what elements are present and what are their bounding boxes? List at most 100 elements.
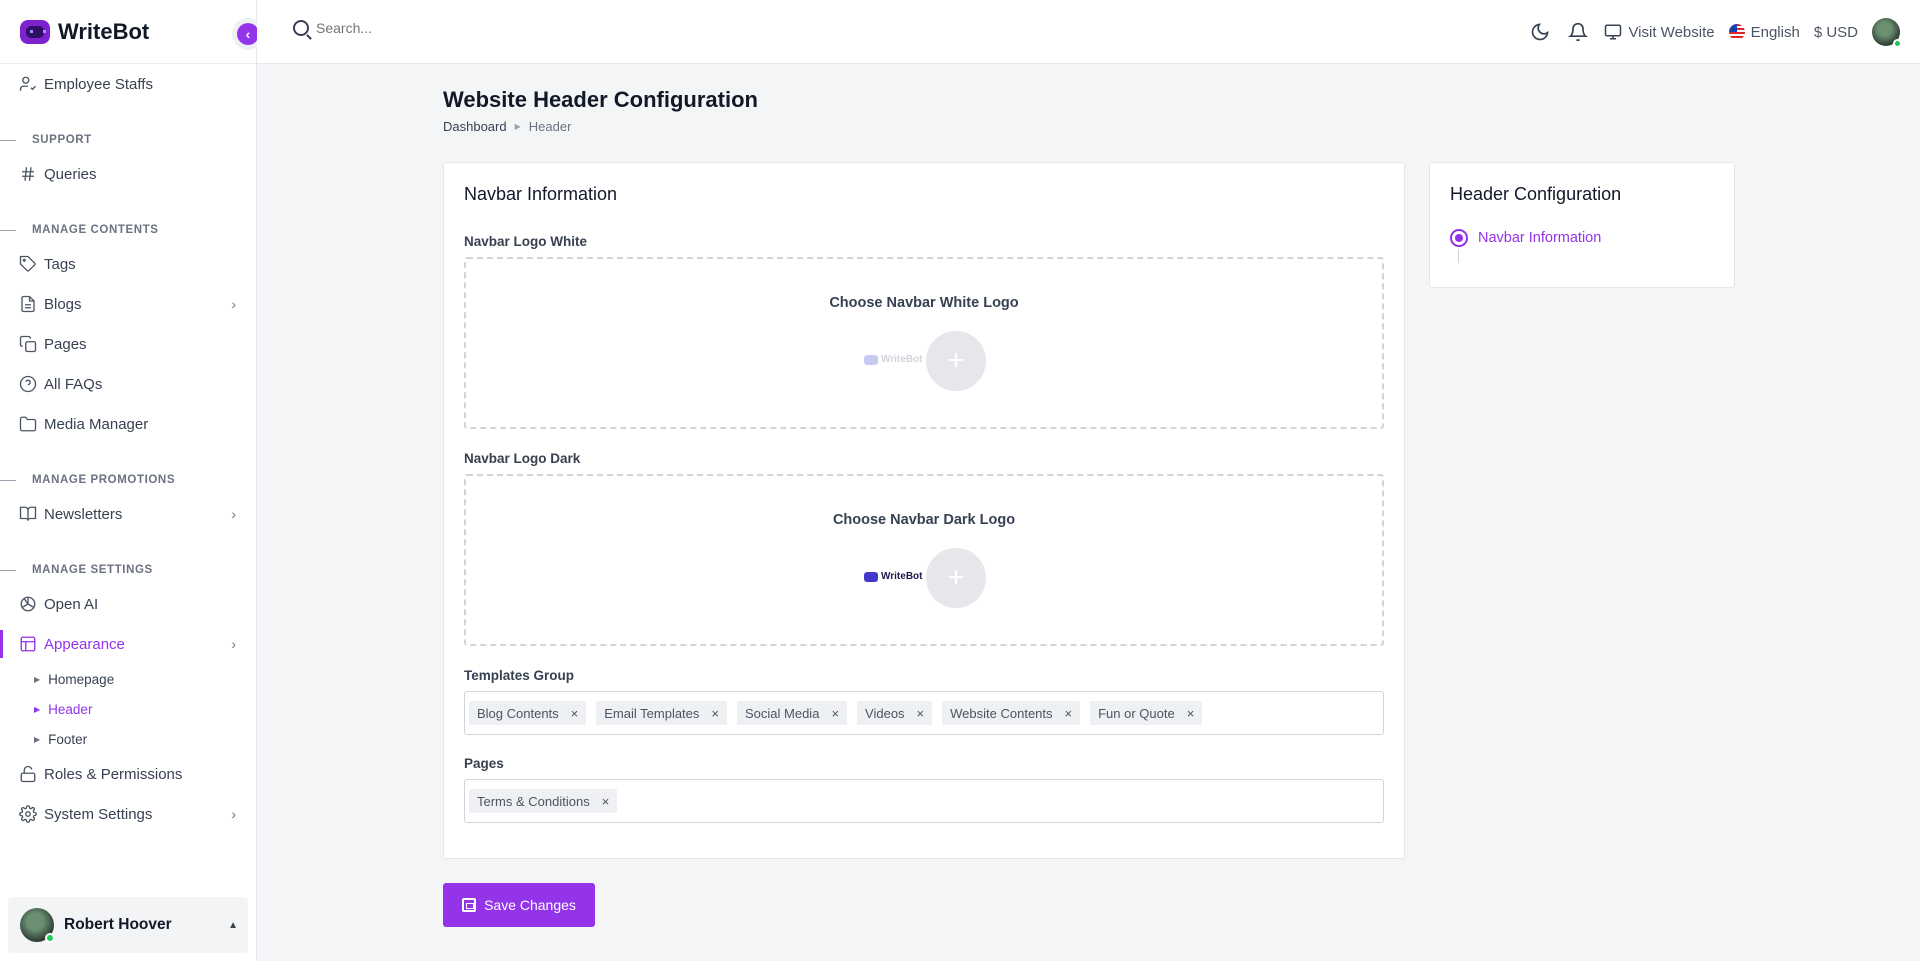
- writebot-logo-icon: [20, 19, 50, 44]
- nav-section-manage-settings: MANAGE SETTINGS: [0, 534, 256, 584]
- bell-icon[interactable]: [1566, 20, 1590, 44]
- writebot-logo-icon: [864, 354, 878, 365]
- sidebar-subitem-footer[interactable]: ▶ Footer: [0, 724, 256, 754]
- pages-select[interactable]: Terms & Conditions ×: [464, 779, 1384, 823]
- remove-tag-icon[interactable]: ×: [602, 794, 610, 809]
- add-logo-dark-button[interactable]: +: [926, 548, 986, 608]
- sidebar-item-media-manager[interactable]: Media Manager: [0, 404, 256, 444]
- tag-chip: Blog Contents ×: [469, 701, 587, 725]
- sidebar-item-employee-staffs[interactable]: Employee Staffs: [0, 64, 256, 104]
- chevron-right-icon: ›: [231, 506, 236, 522]
- tag-chip: Website Contents ×: [942, 701, 1081, 725]
- search-icon: [293, 20, 309, 36]
- plus-icon: +: [947, 344, 965, 377]
- visit-website-link[interactable]: Visit Website: [1604, 23, 1715, 41]
- logo-dark-preview-text: WriteBot: [881, 571, 923, 582]
- config-panel-title: Header Configuration: [1450, 184, 1622, 204]
- monitor-icon: [1605, 24, 1622, 40]
- sidebar-item-label: Appearance: [44, 635, 125, 653]
- sidebar-item-system-settings[interactable]: System Settings ›: [0, 794, 256, 834]
- logo-white-label: Navbar Logo White: [464, 234, 588, 249]
- save-changes-button[interactable]: Save Changes: [443, 883, 595, 927]
- help-circle-icon: [18, 374, 38, 394]
- tag-label: Website Contents: [950, 705, 1053, 721]
- avatar: [20, 908, 55, 943]
- remove-tag-icon[interactable]: ×: [831, 706, 839, 721]
- sidebar-subitem-header[interactable]: ▶ Header: [0, 694, 256, 724]
- search-input[interactable]: [316, 20, 616, 36]
- tag-chip: Videos ×: [857, 701, 933, 725]
- step-navbar-information[interactable]: Navbar Information: [1450, 229, 1601, 247]
- caret-right-icon: ▶: [34, 704, 41, 714]
- tag-label: Terms & Conditions: [477, 793, 590, 809]
- user-name: Robert Hoover: [64, 916, 172, 933]
- top-avatar[interactable]: [1872, 18, 1902, 48]
- remove-tag-icon[interactable]: ×: [917, 706, 925, 721]
- sidebar-item-tags[interactable]: Tags: [0, 244, 256, 284]
- page-title: Website Header Configuration: [443, 87, 758, 112]
- sidebar-item-label: Media Manager: [44, 415, 149, 433]
- sidebar-item-appearance[interactable]: Appearance ›: [0, 624, 256, 664]
- sidebar-item-open-ai[interactable]: Open AI: [0, 584, 256, 624]
- breadcrumb-current: Header: [528, 119, 572, 134]
- step-label: Navbar Information: [1478, 230, 1602, 246]
- online-status-icon: [1893, 39, 1902, 48]
- remove-tag-icon[interactable]: ×: [571, 706, 579, 721]
- user-check-icon: [18, 74, 38, 94]
- chevron-right-icon: ›: [231, 296, 236, 312]
- logo-white-preview-text: WriteBot: [881, 354, 923, 365]
- sidebar-subitem-label: Header: [48, 701, 93, 717]
- sidebar-item-roles-and-permissions[interactable]: Roles & Permissions: [0, 754, 256, 794]
- templates-group-label: Templates Group: [464, 668, 575, 683]
- sidebar-item-label: Open AI: [44, 595, 99, 613]
- sidebar-item-blogs[interactable]: Blogs ›: [0, 284, 256, 324]
- sidebar-item-newsletters[interactable]: Newsletters ›: [0, 494, 256, 534]
- user-menu[interactable]: Robert Hoover ▲: [8, 897, 248, 953]
- tag-label: Videos: [865, 705, 905, 721]
- sidebar-nav: Employee Staffs SUPPORT Queries MANAGE CONT…: [0, 64, 256, 834]
- brand[interactable]: WriteBot: [0, 0, 256, 64]
- sidebar-subitem-homepage[interactable]: ▶ Homepage: [0, 664, 256, 694]
- logo-dark-preview: WriteBot: [864, 571, 922, 582]
- breadcrumb-dashboard[interactable]: Dashboard: [443, 119, 507, 134]
- topbar-actions: Visit Website English $ USD: [1528, 16, 1902, 48]
- logo-white-dropzone[interactable]: Choose Navbar White Logo WriteBot +: [464, 257, 1384, 429]
- chevron-right-icon: ›: [231, 636, 236, 652]
- logo-dark-dropzone[interactable]: Choose Navbar Dark Logo WriteBot +: [464, 474, 1384, 646]
- remove-tag-icon[interactable]: ×: [711, 706, 719, 721]
- currency-selector[interactable]: $ USD: [1814, 24, 1858, 41]
- chevron-right-icon: ›: [231, 806, 236, 822]
- sidebar-item-pages[interactable]: Pages: [0, 324, 256, 364]
- book-open-icon: [18, 504, 38, 524]
- step-connector: [1458, 249, 1459, 263]
- remove-tag-icon[interactable]: ×: [1187, 706, 1195, 721]
- us-flag-icon: [1728, 24, 1745, 40]
- logo-white-title: Choose Navbar White Logo: [829, 295, 1019, 311]
- file-text-icon: [18, 294, 38, 314]
- tag-label: Blog Contents: [477, 705, 559, 721]
- sidebar-item-label: Pages: [44, 335, 87, 353]
- caret-up-icon: ▲: [228, 919, 238, 931]
- openai-icon: [18, 594, 38, 614]
- moon-icon[interactable]: [1528, 20, 1552, 44]
- sidebar-item-all-faqs[interactable]: All FAQs: [0, 364, 256, 404]
- folder-icon: [18, 414, 38, 434]
- sidebar: WriteBot Employee Staffs SUPPORT Queries MA…: [0, 0, 257, 961]
- sidebar-item-queries[interactable]: Queries: [0, 154, 256, 194]
- header-configuration-card: Header Configuration Navbar Information: [1429, 162, 1735, 288]
- nav-section-manage-promotions: MANAGE PROMOTIONS: [0, 444, 256, 494]
- radio-active-icon: [1450, 229, 1468, 247]
- tag-chip: Email Templates ×: [596, 701, 727, 725]
- tag-chip: Fun or Quote ×: [1090, 701, 1203, 725]
- unlock-icon: [18, 764, 38, 784]
- tag-icon: [18, 254, 38, 274]
- language-selector[interactable]: English: [1728, 24, 1800, 41]
- templates-group-select[interactable]: Blog Contents × Email Templates × Social Med…: [464, 691, 1384, 735]
- add-logo-white-button[interactable]: +: [926, 331, 986, 391]
- save-changes-label: Save Changes: [484, 897, 576, 913]
- settings-icon: [18, 804, 38, 824]
- sidebar-item-label: Tags: [44, 255, 76, 273]
- writebot-logo-icon: [864, 571, 878, 582]
- search-bar: [293, 20, 616, 36]
- remove-tag-icon[interactable]: ×: [1065, 706, 1073, 721]
